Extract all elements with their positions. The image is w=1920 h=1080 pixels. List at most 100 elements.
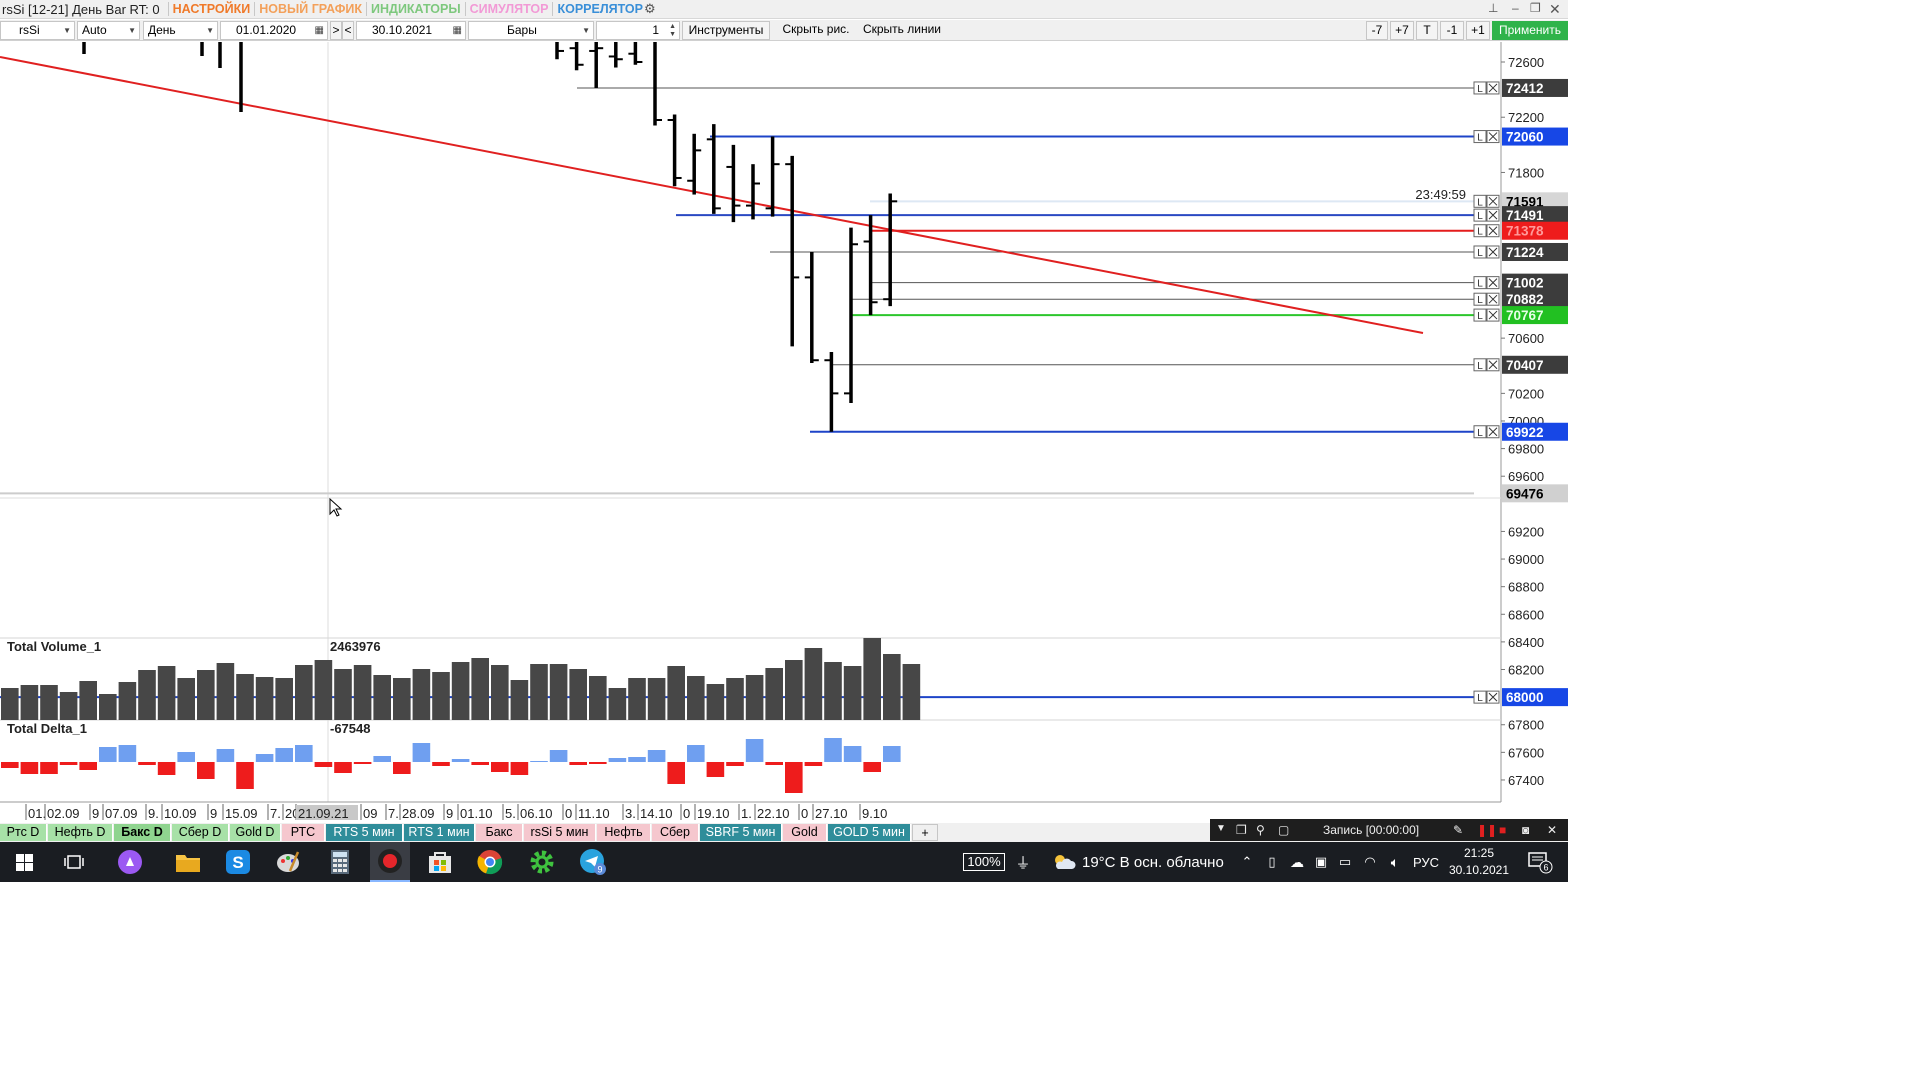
minus-1-button[interactable]: -1 (1440, 21, 1464, 40)
screen-recorder-icon[interactable] (370, 842, 410, 882)
store-icon[interactable] (422, 842, 458, 882)
chart-tab[interactable]: rsSi 5 мин (524, 824, 596, 841)
svg-text:L: L (1477, 84, 1483, 95)
trend-line-segment[interactable] (0, 56, 1424, 334)
chart-tab[interactable]: РТС (282, 824, 325, 841)
windows-start-icon[interactable] (6, 842, 42, 882)
plus-1-button[interactable]: +1 (1466, 21, 1490, 40)
weather-cloud-icon[interactable] (1050, 842, 1078, 882)
chart-tab[interactable]: Бакс (476, 824, 523, 841)
level-lx-marker[interactable]: L (1473, 425, 1500, 439)
paint-icon[interactable] (270, 842, 306, 882)
gear-icon[interactable]: ⚙ (644, 1, 656, 17)
period-select[interactable]: День ▼ (143, 21, 218, 40)
minimize-icon[interactable]: – (1512, 1, 1519, 15)
chart-tab[interactable]: Нефть (597, 824, 651, 841)
instruments-button[interactable]: Инструменты (682, 21, 770, 40)
menu-item-2[interactable]: ИНДИКАТОРЫ (366, 2, 465, 16)
camera-icon[interactable]: ◙ (1522, 823, 1529, 837)
chart-tab[interactable]: SBRF 5 мин (700, 824, 782, 841)
level-lx-marker[interactable]: L (1473, 130, 1500, 144)
battery-widget[interactable]: 100% (958, 842, 1010, 882)
skype-icon[interactable]: S (220, 842, 256, 882)
menu-item-0[interactable]: НАСТРОЙКИ (167, 2, 255, 16)
price-chart[interactable]: 7260072200718007060070200700006980069600… (0, 42, 1568, 832)
level-lx-marker[interactable]: L (1473, 308, 1500, 322)
symbol-select[interactable]: rsSi ▼ (0, 21, 75, 40)
volume-bar (373, 675, 391, 720)
pause-icon[interactable]: ❚❚ (1477, 823, 1497, 837)
chart-tab[interactable]: Gold (783, 824, 827, 841)
task-view-icon[interactable] (56, 842, 92, 882)
plus-7-button[interactable]: +7 (1390, 21, 1414, 40)
wifi-icon[interactable]: ◠ (1358, 842, 1382, 882)
scale-select[interactable]: Auto ▼ (77, 21, 140, 40)
calendar-icon[interactable]: ▦ (453, 22, 462, 39)
restore-icon[interactable]: ❐ (1530, 1, 1541, 15)
apply-button[interactable]: Применить (1492, 21, 1568, 40)
level-lx-marker[interactable]: L (1473, 245, 1500, 259)
level-lx-marker[interactable]: L (1473, 224, 1500, 238)
weather-text[interactable]: 19°C В осн. облачно (1082, 842, 1228, 882)
close-icon[interactable]: ✕ (1549, 1, 1561, 18)
zoom-icon[interactable]: ⚲ (1256, 823, 1265, 837)
chart-tab[interactable]: Нефть D (48, 824, 113, 841)
telegram-icon[interactable]: 9 (575, 842, 611, 882)
stepper-arrows-icon[interactable]: ▲ ▼ (669, 23, 676, 39)
prev-button[interactable]: < (342, 21, 354, 40)
pin-icon[interactable]: ⊥ (1488, 1, 1498, 15)
next-button[interactable]: > (330, 21, 342, 40)
bar-count-stepper[interactable]: 1 ▲ ▼ (596, 21, 680, 40)
chart-tab[interactable]: Gold D (230, 824, 281, 841)
chart-tab[interactable]: Сбер (652, 824, 699, 841)
chart-tab[interactable]: GOLD 5 мин (828, 824, 911, 841)
chart-tab[interactable]: RTS 5 мин (326, 824, 403, 841)
chart-area[interactable]: 72600 72200 71800 70600 70200 70000 69800 69600… (0, 42, 1568, 832)
close-icon[interactable]: ✕ (1547, 823, 1557, 837)
date-from-field[interactable]: 01.01.2020 ▦ (220, 21, 328, 40)
menu-item-3[interactable]: СИМУЛЯТОР (464, 2, 553, 16)
t-button[interactable]: T (1416, 21, 1438, 40)
hide-drawings-button[interactable]: Скрыть рис. (775, 21, 857, 40)
notifications-icon[interactable]: 6 (1520, 842, 1560, 882)
settings-gear-icon[interactable] (524, 842, 560, 882)
pen-icon[interactable]: ✎ (1453, 823, 1463, 837)
horizontal-levels[interactable]: L 72412L 72060L 71591L 71491L 71378L 71224L 710… (0, 78, 1568, 707)
dropdown-icon[interactable]: ▼ (1216, 823, 1226, 834)
chart-type-select[interactable]: Бары ▼ (468, 21, 594, 40)
calculator-icon[interactable] (322, 842, 358, 882)
menu-item-1[interactable]: НОВЫЙ ГРАФИК (254, 2, 366, 16)
calendar-icon[interactable]: ▦ (315, 22, 324, 39)
level-lx-marker[interactable]: L (1473, 81, 1500, 95)
hide-lines-button[interactable]: Скрыть линии (857, 21, 947, 40)
onedrive-cloud-icon[interactable]: ☁ (1286, 842, 1308, 882)
alice-assistant-icon[interactable] (112, 842, 148, 882)
chart-tab[interactable]: Бакс D (114, 824, 171, 841)
device-icon[interactable]: ▯ (1262, 842, 1282, 882)
menu-item-4[interactable]: КОРРЕЛЯТОР (552, 2, 647, 16)
minus-7-button[interactable]: -7 (1366, 21, 1388, 40)
chrome-icon[interactable] (472, 842, 508, 882)
date-to-field[interactable]: 30.10.2021 ▦ (356, 21, 466, 40)
chart-tab[interactable]: RTS 1 мин (404, 824, 475, 841)
window-icon[interactable]: ❐ (1236, 823, 1247, 837)
add-tab-button[interactable]: + (912, 824, 938, 841)
level-lx-marker[interactable]: L (1473, 208, 1500, 222)
volume-icon[interactable]: 🔈︎ (1384, 842, 1406, 882)
stop-icon[interactable]: ■ (1499, 823, 1506, 837)
battery-icon[interactable]: ▭ (1334, 842, 1356, 882)
region-icon[interactable]: ▢ (1278, 823, 1289, 837)
file-explorer-icon[interactable] (170, 842, 206, 882)
level-lx-marker[interactable]: L (1473, 358, 1500, 372)
trend-line[interactable] (0, 56, 1424, 334)
chevron-up-icon[interactable]: ⌃ (1238, 842, 1256, 882)
level-lx-marker[interactable]: L (1473, 276, 1500, 290)
level-lx-marker[interactable]: L (1473, 292, 1500, 306)
level-lx-marker[interactable]: L (1473, 194, 1500, 208)
language-indicator[interactable]: РУС (1408, 842, 1444, 882)
level-lx-marker[interactable]: L (1473, 690, 1500, 704)
clock[interactable]: 21:25 30.10.2021 (1448, 845, 1510, 879)
chart-tab[interactable]: Ртс D (0, 824, 47, 841)
chart-tab[interactable]: Сбер D (172, 824, 229, 841)
network-status-icon[interactable]: ▣ (1310, 842, 1332, 882)
